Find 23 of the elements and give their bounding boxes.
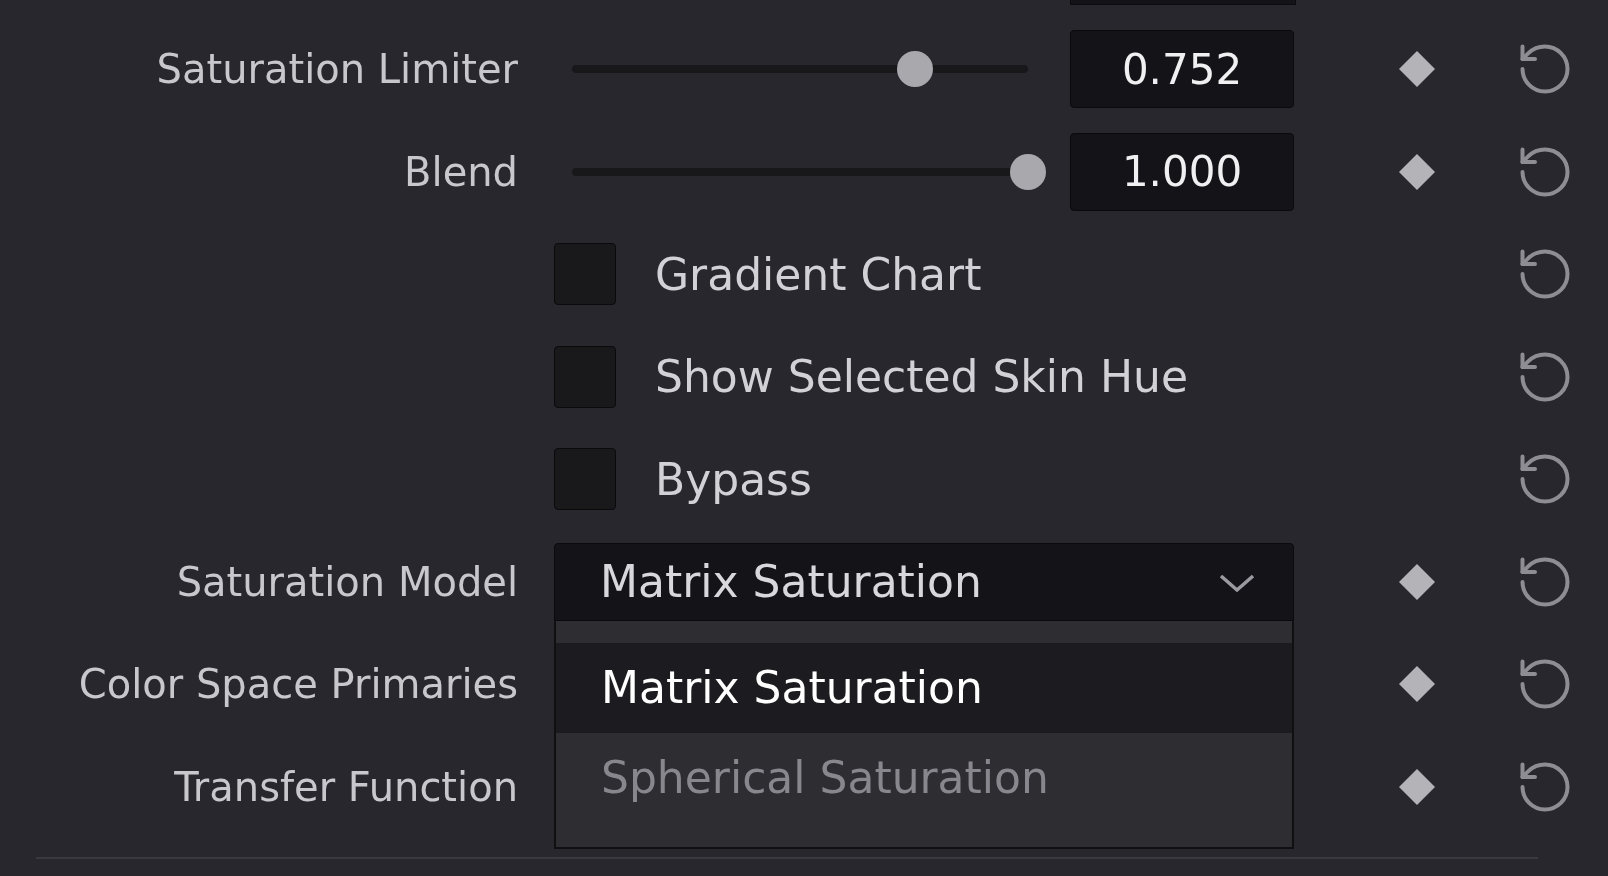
value-field[interactable]: 0.752 xyxy=(1070,30,1294,109)
parameter-label: Blend xyxy=(403,148,518,195)
checkbox[interactable] xyxy=(554,345,616,408)
keyframe-diamond-icon[interactable] xyxy=(1397,151,1437,192)
checkbox-label: Bypass xyxy=(655,453,812,505)
keyframe-diamond-icon[interactable] xyxy=(1397,49,1437,90)
parameter-label: Color Space Primaries xyxy=(77,661,518,708)
parameter-label: Saturation Limiter xyxy=(155,46,518,93)
parameter-label: Saturation Model xyxy=(175,558,518,605)
keyframe-diamond-icon[interactable] xyxy=(1397,664,1437,705)
slider-thumb[interactable] xyxy=(1010,153,1046,190)
dropdown[interactable]: Matrix Saturation xyxy=(554,542,1294,621)
parameter-label: Transfer Function xyxy=(173,763,518,810)
value-field[interactable] xyxy=(1070,0,1296,5)
slider-thumb[interactable] xyxy=(896,51,933,88)
checkbox-label: Gradient Chart xyxy=(655,248,982,300)
checkbox[interactable] xyxy=(554,243,616,306)
keyframe-diamond-icon[interactable] xyxy=(1397,561,1437,602)
keyframe-diamond-icon[interactable] xyxy=(1397,766,1437,807)
checkbox-label: Show Selected Skin Hue xyxy=(655,351,1188,403)
value-field[interactable]: 1.000 xyxy=(1070,132,1294,211)
menu-option[interactable]: Matrix Saturation xyxy=(556,642,1292,733)
checkbox[interactable] xyxy=(554,448,616,511)
